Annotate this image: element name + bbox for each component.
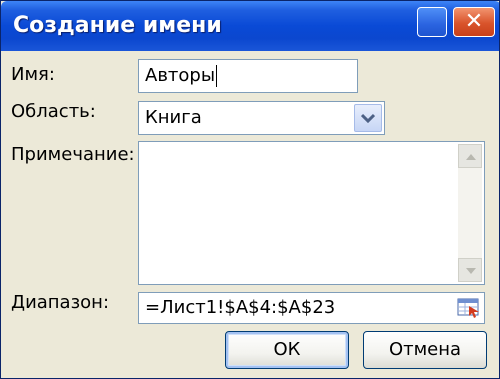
- range-select-button[interactable]: [457, 297, 481, 319]
- name-field-value: Авторы: [145, 65, 216, 86]
- comment-label: Примечание:: [11, 144, 135, 165]
- chevron-down-icon: [361, 113, 375, 123]
- scope-dropdown-button[interactable]: [354, 104, 382, 132]
- comment-textarea[interactable]: [138, 141, 485, 285]
- create-name-dialog: Создание имени ✕ Имя: Авторы Область: Кн…: [0, 0, 500, 379]
- scroll-down-button[interactable]: [458, 258, 482, 282]
- range-field[interactable]: =Лист1!$A$4:$A$23: [138, 292, 485, 324]
- close-button[interactable]: ✕: [453, 7, 495, 37]
- close-icon: ✕: [464, 9, 484, 34]
- name-label: Имя:: [11, 64, 55, 85]
- comment-scrollbar[interactable]: [458, 144, 482, 282]
- text-caret: [216, 65, 218, 87]
- arrow-down-icon: [466, 268, 476, 274]
- scope-label: Область:: [11, 101, 96, 122]
- arrow-up-icon: [466, 154, 476, 160]
- dialog-title: Создание имени: [13, 13, 222, 38]
- title-bar[interactable]: Создание имени ✕: [1, 1, 499, 51]
- scope-select-value: Книга: [145, 107, 202, 128]
- scope-select[interactable]: Книга: [138, 101, 385, 135]
- range-field-value: =Лист1!$A$4:$A$23: [145, 297, 336, 318]
- ok-button[interactable]: ОК: [225, 331, 349, 369]
- help-button[interactable]: [417, 7, 447, 37]
- cancel-button[interactable]: Отмена: [363, 331, 487, 369]
- range-label: Диапазон:: [11, 292, 110, 313]
- name-field[interactable]: Авторы: [138, 59, 358, 93]
- range-select-icon: [457, 298, 479, 318]
- scroll-up-button[interactable]: [458, 144, 482, 168]
